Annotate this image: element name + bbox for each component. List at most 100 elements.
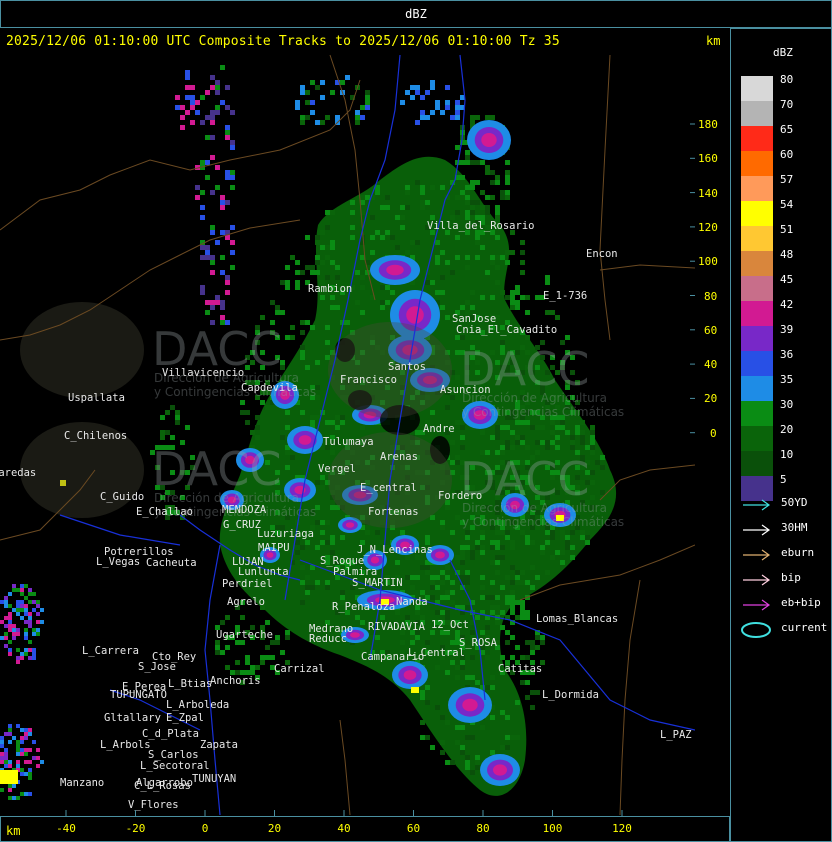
- legend-level-label: 42: [780, 298, 794, 311]
- echo-pixel: [205, 255, 210, 260]
- echo-pixel: [460, 725, 465, 730]
- echo-pixel: [285, 450, 290, 455]
- echo-pixel: [495, 255, 500, 260]
- echo-pixel: [520, 605, 525, 610]
- echo-pixel: [295, 280, 300, 285]
- echo-pixel: [225, 645, 230, 650]
- echo-pixel: [485, 205, 490, 210]
- echo-pixel: [325, 325, 330, 330]
- radar-map[interactable]: DACCDirección de Agriculturay Contingenc…: [0, 54, 695, 816]
- track-legend-item[interactable]: [741, 572, 775, 586]
- watermark-brand: DACC: [152, 442, 282, 496]
- echo-pixel: [160, 435, 165, 440]
- echo-pixel: [485, 115, 490, 120]
- echo-pixel: [410, 95, 415, 100]
- echo-pixel: [260, 315, 265, 320]
- echo-pixel: [540, 440, 545, 445]
- echo-pixel: [4, 600, 8, 604]
- echo-pixel: [455, 145, 460, 150]
- echo-pixel: [445, 670, 450, 675]
- echo-pixel: [450, 460, 455, 465]
- echo-pixel: [475, 235, 480, 240]
- legend-swatch: [741, 201, 773, 226]
- echo-pixel: [320, 520, 325, 525]
- echo-pixel: [470, 200, 475, 205]
- axis-unit-top: km: [706, 34, 721, 48]
- echo-pixel: [445, 100, 450, 105]
- echo-pixel: [430, 575, 435, 580]
- echo-pixel: [0, 740, 4, 744]
- echo-pixel: [520, 680, 525, 685]
- legend-level-label: 48: [780, 248, 794, 261]
- place-label: Rambion: [308, 283, 352, 295]
- echo-pixel: [12, 784, 16, 788]
- echo-pixel: [455, 515, 460, 520]
- echo-pixel: [205, 250, 210, 255]
- echo-pixel: [590, 445, 595, 450]
- echo-pixel: [440, 185, 445, 190]
- echo-pixel: [4, 624, 8, 628]
- echo-pixel: [480, 595, 485, 600]
- echo-pixel: [275, 640, 280, 645]
- echo-pixel: [490, 715, 495, 720]
- echo-pixel: [32, 628, 36, 632]
- echo-pixel: [505, 170, 510, 175]
- echo-pixel: [24, 632, 28, 636]
- x-tick-label: 60: [406, 822, 421, 835]
- echo-pixel: [525, 540, 530, 545]
- echo-pixel: [480, 575, 485, 580]
- echo-pixel: [4, 748, 8, 752]
- legend-swatch: [741, 301, 773, 326]
- echo-pixel: [310, 80, 315, 85]
- echo-pixel: [490, 595, 495, 600]
- echo-pixel: [315, 85, 320, 90]
- echo-pixel: [565, 430, 570, 435]
- echo-pixel: [205, 175, 210, 180]
- echo-pixel: [210, 115, 215, 120]
- track-legend-item[interactable]: [741, 522, 775, 536]
- echo-pixel: [4, 732, 8, 736]
- place-label: L_Arbols: [100, 739, 151, 751]
- echo-pixel: [295, 285, 300, 290]
- track-legend-item[interactable]: [741, 497, 775, 511]
- echo-pixel: [24, 760, 28, 764]
- echo-pixel: [480, 535, 485, 540]
- echo-pixel: [505, 530, 510, 535]
- echo-pixel: [16, 608, 20, 612]
- echo-pixel: [0, 788, 4, 792]
- echo-pixel: [330, 295, 335, 300]
- echo-pixel: [24, 772, 28, 776]
- echo-pixel: [495, 530, 500, 535]
- place-label: RIVADAVIA: [368, 621, 426, 633]
- y-tick-label: 20: [704, 392, 718, 406]
- echo-pixel: [510, 605, 515, 610]
- track-legend-item[interactable]: [741, 597, 775, 611]
- echo-pixel: [20, 740, 24, 744]
- echo-pixel: [210, 230, 215, 235]
- echo-pixel: [495, 540, 500, 545]
- echo-pixel: [520, 570, 525, 575]
- echo-pixel: [28, 616, 32, 620]
- echo-pixel: [480, 205, 485, 210]
- echo-pixel: [28, 620, 32, 624]
- echo-pixel: [315, 120, 320, 125]
- echo-pixel: [535, 575, 540, 580]
- echo-pixel: [495, 555, 500, 560]
- echo-pixel: [515, 700, 520, 705]
- echo-pixel: [20, 792, 24, 796]
- echo-pixel: [230, 265, 235, 270]
- echo-pixel: [515, 300, 520, 305]
- echo-pixel: [8, 732, 12, 736]
- echo-pixel: [215, 295, 220, 300]
- echo-pixel: [475, 680, 480, 685]
- echo-pixel: [485, 170, 490, 175]
- track-legend-item[interactable]: [741, 547, 775, 561]
- echo-pixel: [36, 628, 40, 632]
- place-label: L_PAZ: [660, 729, 692, 741]
- echo-pixel: [510, 580, 515, 585]
- echo-pixel: [500, 195, 505, 200]
- echo-pixel: [590, 480, 595, 485]
- track-legend-item[interactable]: [741, 622, 775, 638]
- echo-pixel: [455, 740, 460, 745]
- echo-pixel: [315, 240, 320, 245]
